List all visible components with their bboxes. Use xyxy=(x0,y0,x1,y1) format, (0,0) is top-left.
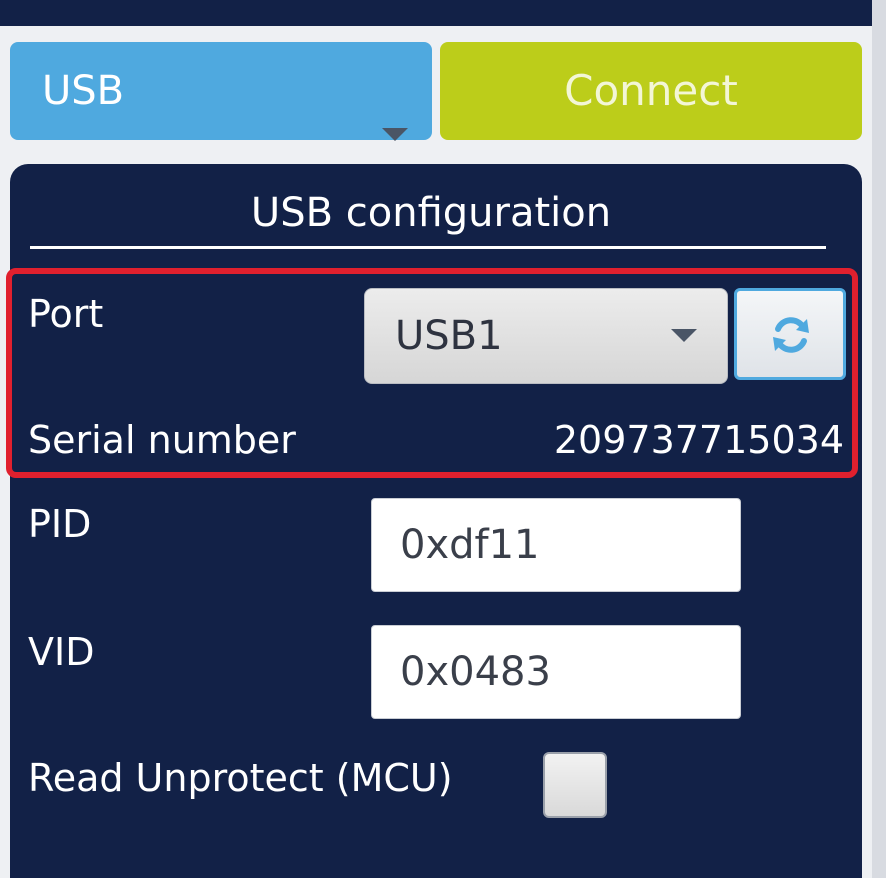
chevron-down-icon xyxy=(382,128,408,141)
read-unprotect-checkbox[interactable] xyxy=(543,752,607,818)
pid-label: PID xyxy=(28,502,92,546)
interface-select[interactable]: USB xyxy=(10,42,432,141)
vid-input[interactable] xyxy=(371,625,741,719)
vid-label: VID xyxy=(28,630,95,674)
highlight-box xyxy=(6,268,858,478)
panel-title: USB configuration xyxy=(250,190,612,236)
title-divider xyxy=(30,246,826,249)
connect-button[interactable]: Connect xyxy=(440,42,862,140)
scrollbar-track[interactable] xyxy=(872,0,886,878)
interface-select-value: USB xyxy=(42,68,125,114)
pid-input[interactable] xyxy=(371,498,741,592)
top-strip xyxy=(0,0,886,26)
connection-pane: USB Connect USB configuration Port USB1 … xyxy=(0,0,886,878)
read-unprotect-label: Read Unprotect (MCU) xyxy=(28,756,453,800)
